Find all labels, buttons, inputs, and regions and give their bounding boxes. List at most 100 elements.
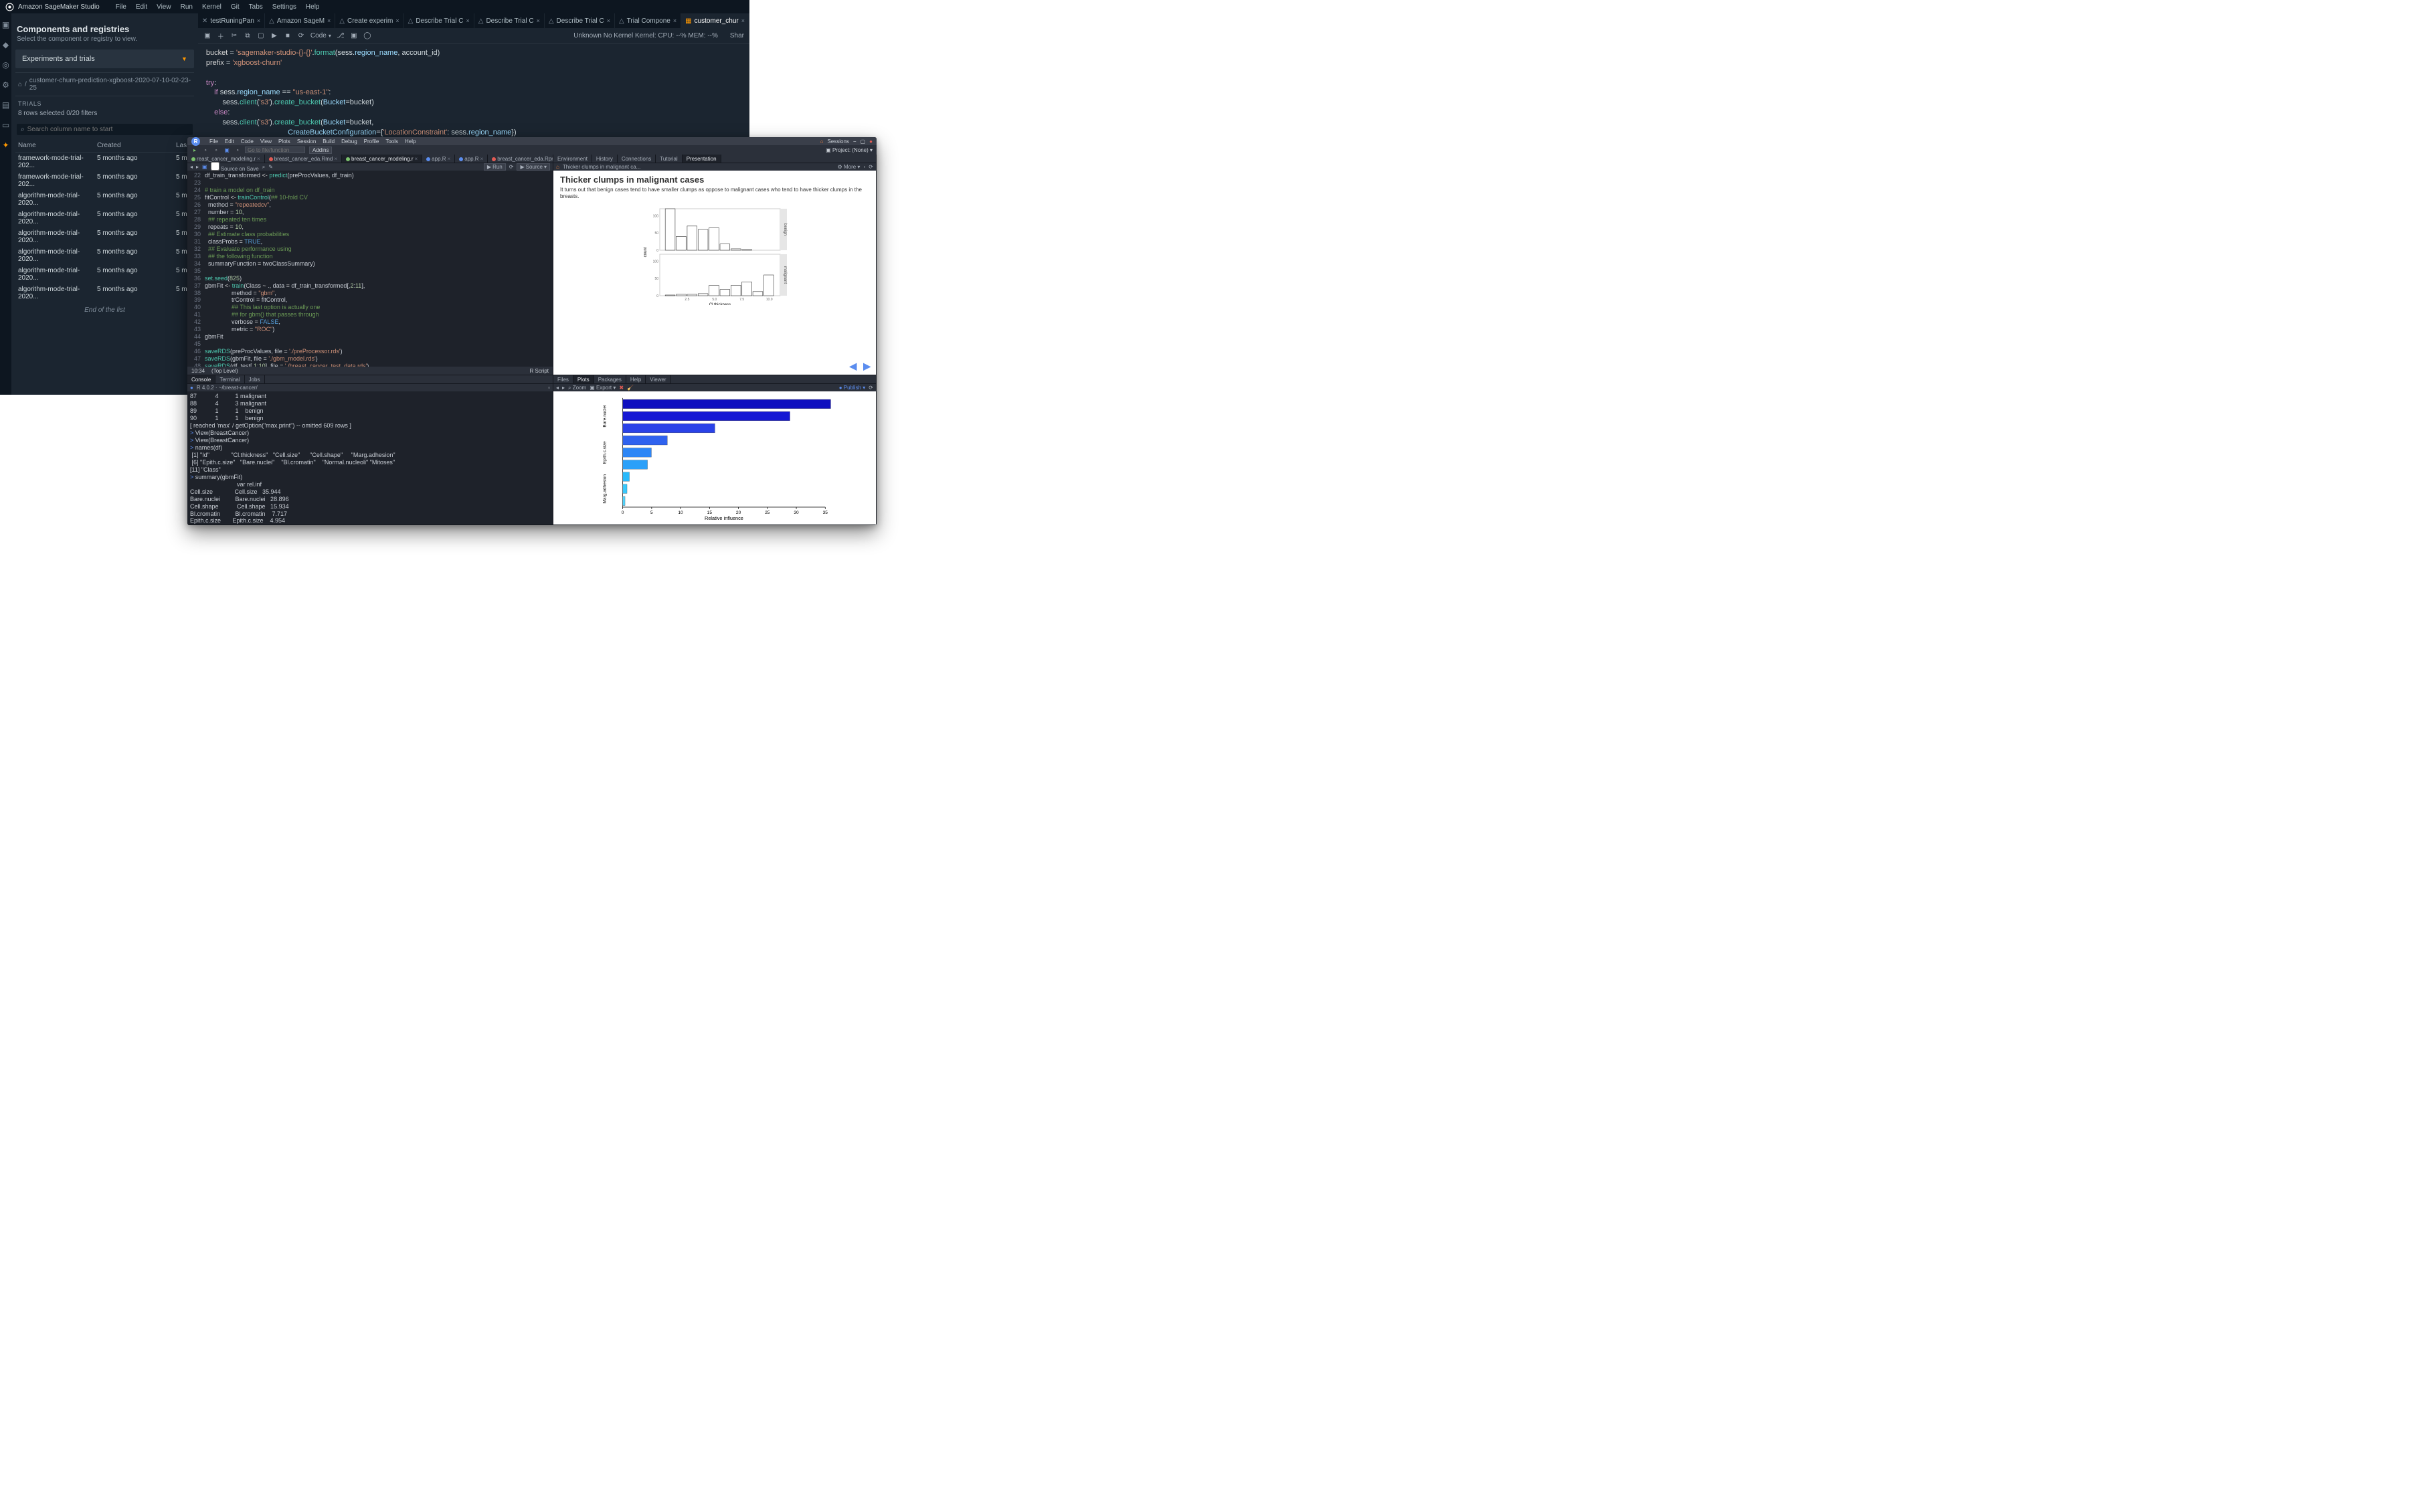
prev-slide-icon[interactable]: ◀	[849, 361, 857, 372]
extensions-icon[interactable]: ▭	[2, 120, 9, 130]
rs-menu-plots[interactable]: Plots	[278, 138, 290, 145]
kernel-icon[interactable]: ◯	[363, 32, 371, 39]
trial-row[interactable]: algorithm-mode-trial-2020...5 months ago…	[15, 246, 194, 265]
pres-tab-env[interactable]: Environment	[553, 155, 592, 163]
console-clear-icon[interactable]: ▫	[548, 385, 550, 391]
plot-refresh-icon[interactable]: ⟳	[869, 385, 873, 391]
pres-refresh-icon[interactable]: ⟳	[869, 164, 873, 170]
editor-tab[interactable]: △Create experim×	[335, 13, 403, 28]
close-button[interactable]: ●	[869, 138, 873, 145]
save-icon[interactable]: ▣	[203, 32, 211, 39]
fwd-icon[interactable]: ▸	[196, 164, 199, 170]
running-icon[interactable]: ◎	[2, 60, 9, 70]
project-selector[interactable]: ▣ Project: (None) ▾	[826, 147, 873, 153]
search-input[interactable]	[27, 126, 189, 133]
max-button[interactable]: ▢	[861, 138, 866, 145]
remove-plot-icon[interactable]: ✖	[619, 385, 624, 391]
menu-view[interactable]: View	[157, 3, 171, 11]
cut-icon[interactable]: ✂	[230, 32, 238, 39]
editor-tab[interactable]: △Describe Trial C×	[545, 13, 615, 28]
search-box[interactable]: ⌕	[17, 124, 193, 135]
new-file-icon[interactable]: ▸	[191, 147, 198, 153]
trial-row[interactable]: algorithm-mode-trial-2020...5 months ago…	[15, 190, 194, 209]
git-icon[interactable]: ◆	[3, 40, 9, 50]
run-icon[interactable]: ▶	[270, 32, 278, 39]
viewer-tab[interactable]: Viewer	[646, 375, 670, 383]
trial-row[interactable]: algorithm-mode-trial-2020...5 months ago…	[15, 209, 194, 227]
help-tab[interactable]: Help	[626, 375, 646, 383]
trial-row[interactable]: algorithm-mode-trial-2020...5 months ago…	[15, 265, 194, 284]
source-button[interactable]: ▶ Source ▾	[517, 163, 550, 171]
terminal-tab[interactable]: Terminal	[215, 375, 244, 383]
export-button[interactable]: ▣ Export ▾	[590, 385, 616, 391]
pres-more[interactable]: ⚙ More ▾	[838, 164, 861, 170]
editor-tab[interactable]: △Describe Trial C×	[474, 13, 545, 28]
rs-menu-code[interactable]: Code	[241, 138, 254, 145]
editor-tab[interactable]: ✕testRuningPan×	[198, 13, 265, 28]
folder-icon[interactable]: ▣	[2, 20, 9, 29]
save-all-icon[interactable]: ▣	[223, 147, 230, 153]
editor-tab[interactable]: △Amazon SageM×	[265, 13, 335, 28]
source-tab[interactable]: app.R ×	[422, 155, 455, 163]
publish-button[interactable]: ● Publish ▾	[839, 385, 866, 391]
menu-kernel[interactable]: Kernel	[202, 3, 221, 11]
console-tab[interactable]: Console	[187, 375, 215, 383]
plot-prev-icon[interactable]: ◂	[556, 385, 559, 391]
rs-menu-tools[interactable]: Tools	[385, 138, 398, 145]
cell-type-select[interactable]: Code ▾	[310, 32, 331, 39]
console-output[interactable]: 87 4 1 malignant 88 4 3 malignant 89 1 1…	[187, 391, 553, 525]
rs-menu-edit[interactable]: Edit	[225, 138, 234, 145]
breadcrumb[interactable]: ⌂ / customer-churn-prediction-xgboost-20…	[15, 72, 194, 96]
print-icon[interactable]: ▫	[234, 147, 241, 153]
jobs-tab[interactable]: Jobs	[245, 375, 265, 383]
menu-edit[interactable]: Edit	[136, 3, 147, 11]
plot-next-icon[interactable]: ▸	[562, 385, 565, 391]
pres-tab-conn[interactable]: Connections	[618, 155, 656, 163]
menu-git[interactable]: Git	[231, 3, 240, 11]
plots-tab[interactable]: Plots	[573, 375, 594, 383]
menu-tabs[interactable]: Tabs	[249, 3, 263, 11]
menu-help[interactable]: Help	[306, 3, 320, 11]
source-editor[interactable]: 22df_train_transformed <- predict(prePro…	[187, 171, 553, 367]
clear-plots-icon[interactable]: 🧹	[627, 385, 634, 391]
rs-menu-build[interactable]: Build	[323, 138, 335, 145]
source-tab[interactable]: breast_cancer_modeling.r ×	[342, 155, 422, 163]
git-icon[interactable]: ⎇	[337, 32, 345, 39]
editor-tab[interactable]: △Trial Compone×	[615, 13, 681, 28]
add-cell-icon[interactable]: ＋	[217, 31, 225, 41]
menu-run[interactable]: Run	[181, 3, 193, 11]
files-tab[interactable]: Files	[553, 375, 573, 383]
trial-row[interactable]: algorithm-mode-trial-2020...5 months ago…	[15, 284, 194, 302]
rs-menu-session[interactable]: Session	[297, 138, 316, 145]
menu-settings[interactable]: Settings	[272, 3, 296, 11]
sessions-button[interactable]: Sessions	[827, 138, 848, 145]
run-button[interactable]: ▶ Run	[484, 163, 506, 171]
open-file-icon[interactable]: ▫	[213, 147, 219, 153]
pres-tab-hist[interactable]: History	[592, 155, 618, 163]
editor-tab[interactable]: ▦customer_chur×	[681, 13, 749, 28]
rs-menu-help[interactable]: Help	[405, 138, 416, 145]
min-button[interactable]: −	[853, 138, 857, 145]
rs-menu-view[interactable]: View	[260, 138, 272, 145]
menu-file[interactable]: File	[116, 3, 126, 11]
find-icon[interactable]: ⌕	[262, 164, 265, 171]
new-project-icon[interactable]: ▫	[202, 147, 209, 153]
commands-icon[interactable]: ⚙	[2, 80, 9, 90]
share-button[interactable]: Shar	[730, 32, 744, 39]
source-on-save[interactable]: Source on Save	[211, 162, 259, 172]
rs-menu-profile[interactable]: Profile	[364, 138, 379, 145]
source-tab[interactable]: breast_cancer_eda.Rmd ×	[265, 155, 342, 163]
source-tab[interactable]: app.R ×	[455, 155, 488, 163]
rs-menu-file[interactable]: File	[209, 138, 218, 145]
stop-icon[interactable]: ■	[284, 32, 292, 39]
addins-button[interactable]: Addins	[309, 147, 332, 154]
scope-label[interactable]: (Top Level)	[211, 368, 238, 374]
packages-tab[interactable]: Packages	[594, 375, 626, 383]
list-icon[interactable]: ▤	[2, 100, 9, 110]
editor-tab[interactable]: △Describe Trial C×	[404, 13, 474, 28]
experiments-selector[interactable]: Experiments and trials ▼	[15, 50, 194, 68]
home-icon[interactable]: ⌂	[18, 81, 22, 88]
copy-icon[interactable]: ⧉	[244, 32, 252, 39]
rerun-icon[interactable]: ⟳	[509, 164, 514, 170]
back-icon[interactable]: ◂	[190, 164, 193, 170]
